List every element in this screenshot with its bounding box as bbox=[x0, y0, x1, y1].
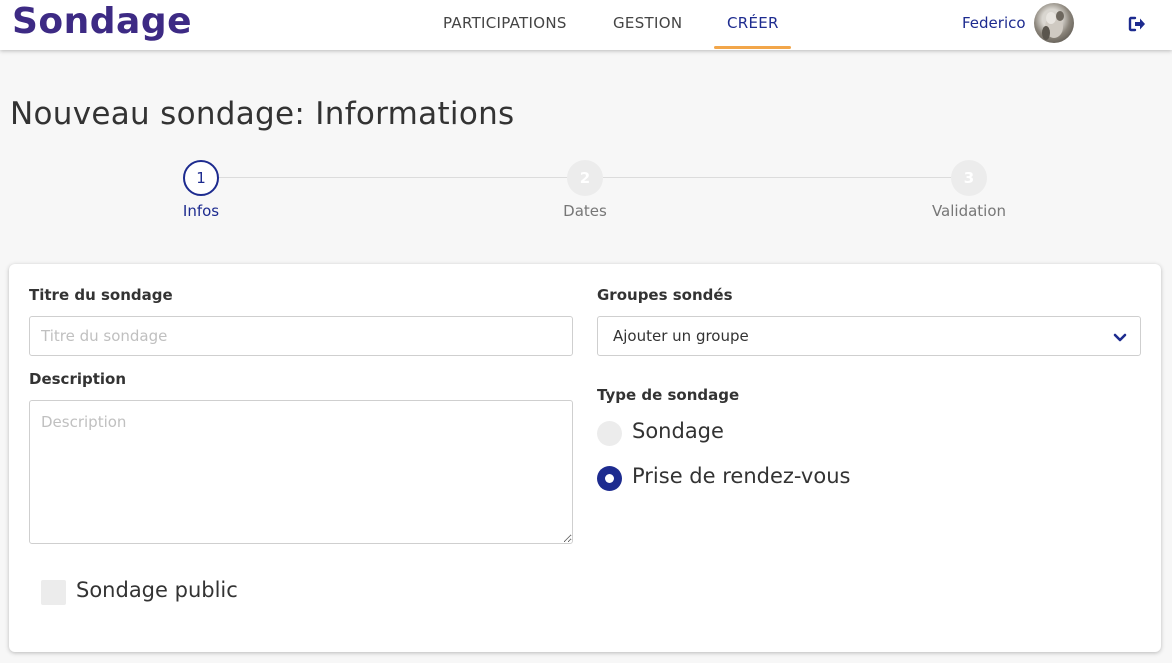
step-3-circle[interactable]: 3 bbox=[951, 160, 987, 196]
step-3-label: Validation bbox=[931, 202, 1007, 220]
title-input[interactable] bbox=[29, 316, 573, 356]
nav-gestion[interactable]: GESTION bbox=[613, 14, 682, 32]
stepper-connector bbox=[603, 177, 951, 178]
public-checkbox[interactable] bbox=[41, 580, 66, 605]
step-1-circle[interactable]: 1 bbox=[183, 160, 219, 196]
groups-label: Groupes sondés bbox=[597, 286, 733, 304]
public-checkbox-label[interactable]: Sondage public bbox=[76, 578, 238, 602]
avatar[interactable] bbox=[1034, 3, 1074, 43]
radio-button[interactable] bbox=[597, 466, 622, 491]
radio-label[interactable]: Sondage bbox=[632, 419, 724, 443]
nav-creer[interactable]: CRÉER bbox=[727, 14, 779, 32]
title-label: Titre du sondage bbox=[29, 286, 173, 304]
radio-button[interactable] bbox=[597, 421, 622, 446]
step-1-label: Infos bbox=[182, 202, 220, 220]
chevron-down-icon bbox=[1112, 329, 1128, 345]
stepper-connector bbox=[219, 177, 567, 178]
user-name[interactable]: Federico bbox=[962, 14, 1026, 32]
description-textarea[interactable] bbox=[29, 400, 573, 544]
active-nav-indicator bbox=[714, 46, 791, 49]
brand-logo[interactable]: Sondage bbox=[12, 1, 192, 42]
page-title: Nouveau sondage: Informations bbox=[10, 96, 515, 132]
groups-select[interactable]: Ajouter un groupe bbox=[597, 316, 1141, 356]
sign-out-icon[interactable] bbox=[1128, 15, 1146, 33]
description-label: Description bbox=[29, 370, 127, 388]
type-label: Type de sondage bbox=[597, 386, 740, 404]
top-navbar: Sondage PARTICIPATIONS GESTION CRÉER Fed… bbox=[0, 0, 1172, 50]
step-2-label: Dates bbox=[563, 202, 607, 220]
form-card: Titre du sondage Description Sondage pub… bbox=[9, 264, 1161, 652]
step-2-circle[interactable]: 2 bbox=[567, 160, 603, 196]
radio-label[interactable]: Prise de rendez-vous bbox=[632, 464, 850, 488]
nav-participations[interactable]: PARTICIPATIONS bbox=[443, 14, 567, 32]
groups-select-value: Ajouter un groupe bbox=[613, 327, 749, 345]
